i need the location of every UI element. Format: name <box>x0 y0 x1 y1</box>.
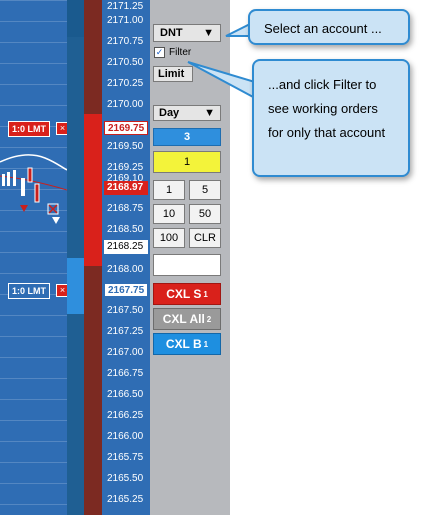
callout-select-text: Select an account ... <box>264 21 382 36</box>
price-level[interactable]: 2167.75 <box>104 283 148 297</box>
price-level[interactable]: 2167.00 <box>104 346 148 360</box>
price-level[interactable]: 2168.25 <box>104 240 148 254</box>
price-level[interactable]: 2169.50 <box>104 140 148 154</box>
price-ladder[interactable]: 2171.25 2171.00 2170.75 2170.50 2170.25 2170.… <box>102 0 150 515</box>
quantity-input[interactable]: 1 <box>153 151 221 173</box>
price-level[interactable]: 2166.50 <box>104 388 148 402</box>
account-value: DNT <box>160 27 183 39</box>
price-level[interactable]: 2167.25 <box>104 325 148 339</box>
callout-filter-hint: ...and click Filter to see working order… <box>252 59 410 177</box>
filter-checkbox[interactable]: ✓ <box>154 47 165 58</box>
order-tag-buy[interactable]: 1:0 LMT <box>8 283 51 299</box>
price-level[interactable]: 2165.50 <box>104 472 148 486</box>
price-level[interactable]: 2168.75 <box>104 202 148 216</box>
cancel-all-button[interactable]: CXL All 2 <box>153 308 221 330</box>
filter-label: Filter <box>169 47 192 58</box>
buy-order-column[interactable] <box>67 0 84 515</box>
cancel-all-label: CXL All <box>162 312 205 326</box>
filter-checkbox-row[interactable]: ✓ Filter <box>154 47 191 58</box>
chart-plot <box>0 154 67 224</box>
column-shade <box>67 0 84 37</box>
sell-order-column[interactable] <box>84 0 102 515</box>
price-level[interactable]: 2171.25 <box>104 0 148 14</box>
qty-10-button[interactable]: 10 <box>153 204 185 224</box>
price-level[interactable]: 2168.97 <box>104 181 148 195</box>
order-type-select[interactable]: Limit <box>153 66 193 82</box>
price-level[interactable]: 2170.25 <box>104 77 148 91</box>
order-entry-panel: DNT ▼ ✓ Filter Limit Day ▼ 3 1 1 5 10 50… <box>150 0 230 515</box>
price-level[interactable]: 2166.25 <box>104 409 148 423</box>
chevron-down-icon: ▼ <box>203 27 214 39</box>
qty-clear-button[interactable]: CLR <box>189 228 221 248</box>
cancel-sell-button[interactable]: CXL S1 <box>153 283 221 305</box>
qty-50-button[interactable]: 50 <box>189 204 221 224</box>
price-level[interactable]: 2168.00 <box>104 263 148 277</box>
price-level[interactable]: 2166.75 <box>104 367 148 381</box>
cancel-buy-label: CXL B <box>165 337 202 351</box>
qty-100-button[interactable]: 100 <box>153 228 185 248</box>
order-tag-sell[interactable]: 1:0 LMT <box>8 121 51 137</box>
order-type-value: Limit <box>158 68 185 80</box>
price-level[interactable]: 2165.75 <box>104 451 148 465</box>
price-level[interactable]: 2168.50 <box>104 223 148 237</box>
price-level[interactable]: 2166.00 <box>104 430 148 444</box>
blank-field[interactable] <box>153 254 221 276</box>
price-level[interactable]: 2165.25 <box>104 493 148 507</box>
price-level[interactable]: 2170.50 <box>104 56 148 70</box>
duration-select[interactable]: Day ▼ <box>153 105 221 121</box>
price-level[interactable]: 2167.50 <box>104 304 148 318</box>
column-highlight <box>84 114 102 266</box>
cancel-buy-count: 1 <box>203 339 209 349</box>
callout-select-account: Select an account ... <box>248 9 410 45</box>
account-select[interactable]: DNT ▼ <box>153 24 221 42</box>
qty-5-button[interactable]: 5 <box>189 180 221 200</box>
quantity-display: 3 <box>153 128 221 146</box>
cancel-all-count: 2 <box>206 314 212 324</box>
cancel-sell-label: CXL S <box>166 287 202 301</box>
callout-filter-text: ...and click Filter to see working order… <box>268 77 386 140</box>
qty-1-button[interactable]: 1 <box>153 180 185 200</box>
price-level[interactable]: 2171.00 <box>104 14 148 28</box>
cancel-sell-count: 1 <box>203 289 208 299</box>
cancel-buy-button[interactable]: CXL B1 <box>153 333 221 355</box>
chevron-down-icon: ▼ <box>204 107 215 119</box>
price-level[interactable]: 2169.75 <box>104 121 148 135</box>
price-chart[interactable]: 1:0 LMT × 1:0 LMT × <box>0 0 69 515</box>
price-level[interactable]: 2170.00 <box>104 98 148 112</box>
column-highlight <box>67 258 84 314</box>
price-level[interactable]: 2170.75 <box>104 35 148 49</box>
duration-value: Day <box>159 107 180 119</box>
